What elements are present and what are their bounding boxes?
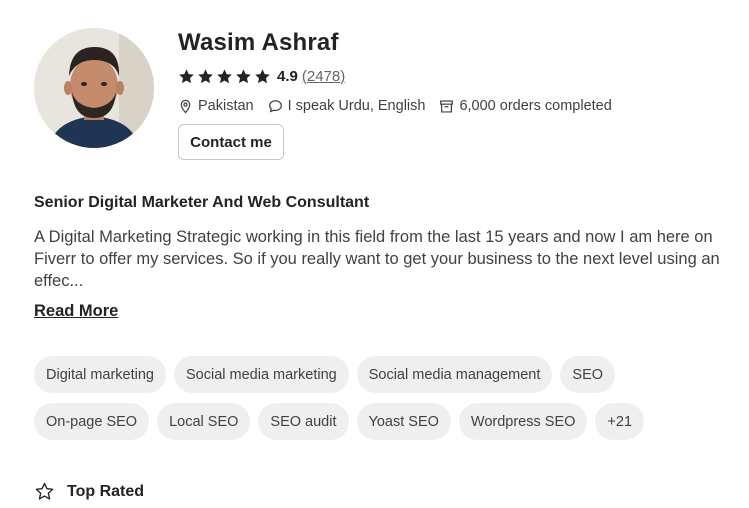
skill-chip[interactable]: SEO audit — [258, 403, 349, 440]
rating-row: 4.9 (2478) — [178, 66, 345, 86]
skills-list: Digital marketing Social media marketing… — [34, 356, 734, 450]
speech-bubble-icon — [268, 99, 282, 112]
skill-chip[interactable]: Yoast SEO — [356, 403, 451, 440]
orders: 6,000 orders completed — [439, 98, 612, 114]
rating-count-link[interactable]: (2478) — [302, 68, 345, 85]
skill-chip[interactable]: Digital marketing — [34, 356, 166, 393]
seller-headline: Senior Digital Marketer And Web Consulta… — [34, 194, 370, 211]
rating-stars — [178, 68, 271, 85]
star-icon — [198, 68, 213, 83]
skill-chip[interactable]: Wordpress SEO — [458, 403, 588, 440]
skill-chip[interactable]: Social media marketing — [174, 356, 349, 393]
seller-bio: A Digital Marketing Strategic working in… — [34, 228, 720, 290]
archive-box-icon — [440, 99, 454, 113]
seller-meta: Pakistan I speak Urdu, English 6,000 ord… — [178, 96, 626, 116]
languages-label: I speak Urdu, English — [287, 98, 426, 114]
star-icon — [217, 68, 232, 83]
seller-name: Wasim Ashraf — [178, 29, 339, 56]
skill-chip[interactable]: SEO — [560, 356, 616, 393]
skills-row: Digital marketing Social media marketing… — [34, 356, 734, 393]
location-label: Pakistan — [198, 98, 254, 114]
avatar-photo — [34, 28, 154, 148]
location-pin-icon — [180, 99, 191, 114]
skill-chip[interactable]: Local SEO — [157, 403, 251, 440]
languages: I speak Urdu, English — [268, 98, 426, 114]
star-icon — [255, 68, 270, 83]
orders-label: 6,000 orders completed — [459, 98, 612, 114]
star-outline-icon — [35, 482, 54, 500]
read-more-link[interactable]: Read More — [34, 302, 118, 321]
rating-value: 4.9 — [277, 67, 298, 85]
skill-chip[interactable]: On-page SEO — [34, 403, 150, 440]
contact-me-button[interactable]: Contact me — [178, 124, 284, 160]
avatar — [34, 28, 154, 148]
badge-label: Top Rated — [67, 482, 145, 500]
location: Pakistan — [178, 98, 254, 114]
top-rated-badge: Top Rated — [34, 481, 144, 502]
more-skills-chip[interactable]: +21 — [595, 403, 645, 440]
star-icon — [236, 68, 251, 83]
star-icon — [179, 68, 194, 83]
skills-row: On-page SEO Local SEO SEO audit Yoast SE… — [34, 403, 734, 440]
skill-chip[interactable]: Social media management — [356, 356, 553, 393]
